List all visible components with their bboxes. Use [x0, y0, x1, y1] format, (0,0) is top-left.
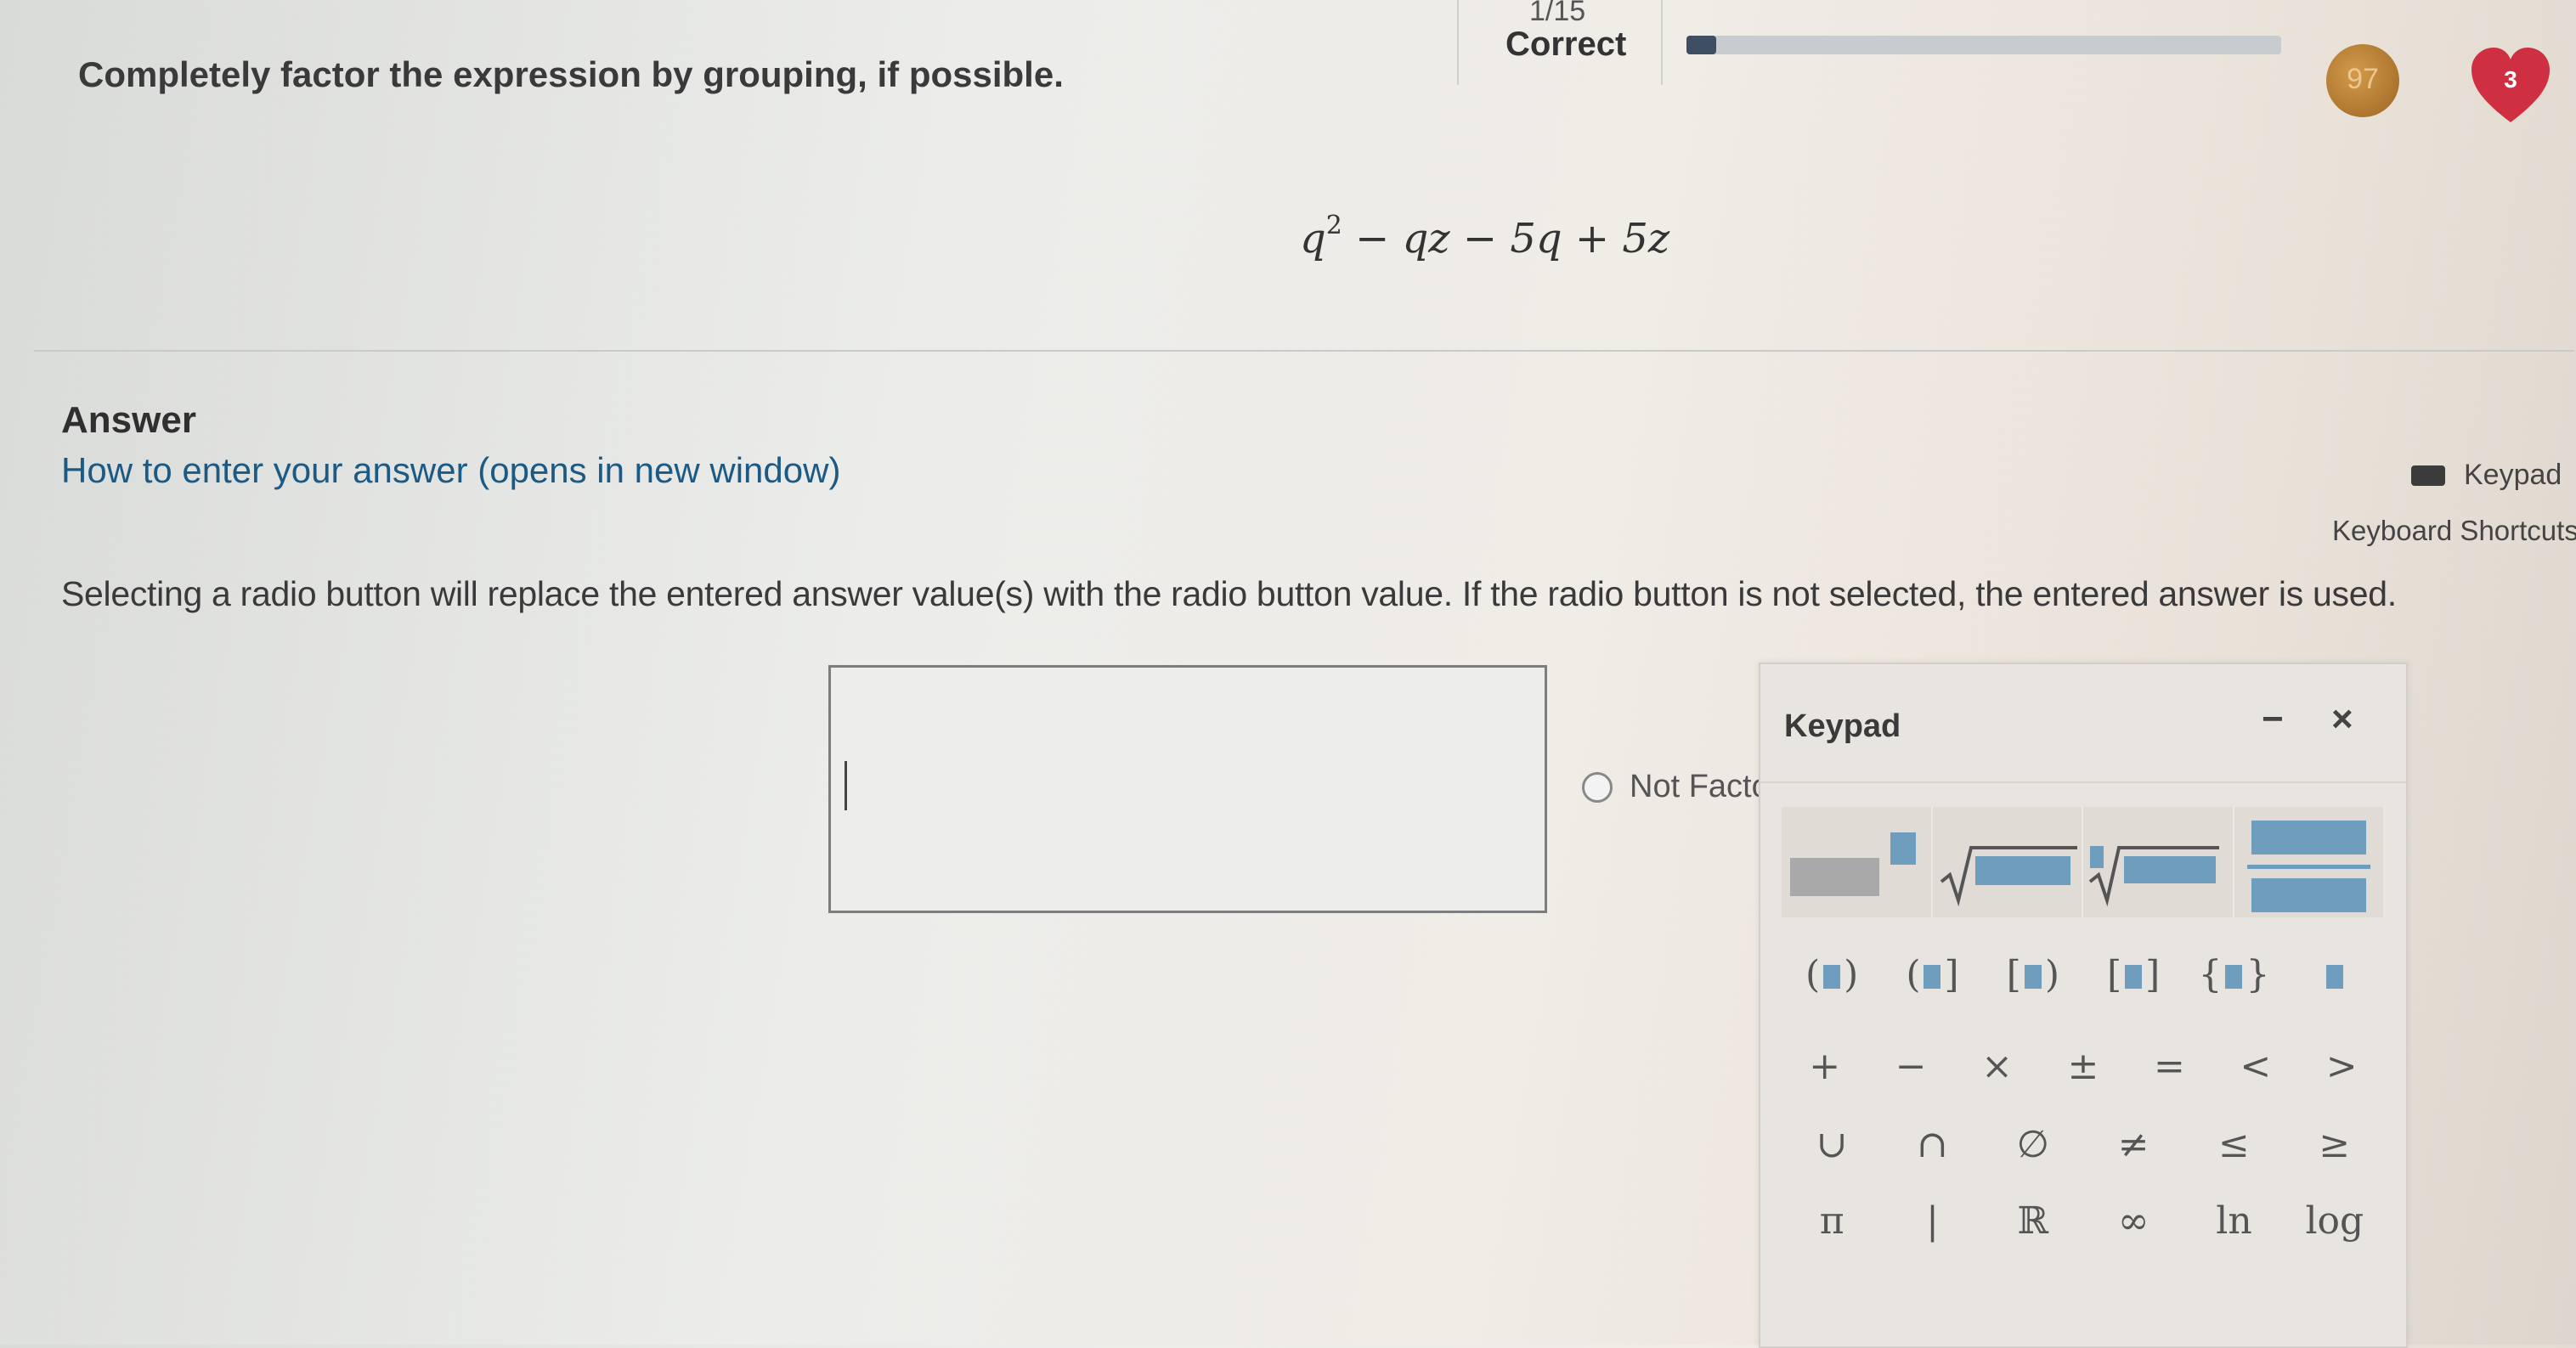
minimize-button[interactable]: − — [2262, 698, 2284, 741]
medal-label: 97 — [2347, 63, 2379, 95]
divider — [1457, 0, 1459, 85]
minus-button[interactable]: − — [1867, 1045, 1953, 1088]
not-equal-button[interactable]: ≠ — [2083, 1123, 2183, 1166]
intersection-button[interactable]: ∩ — [1882, 1123, 1982, 1166]
progress-fill — [1686, 36, 1716, 54]
math-expression: q2 − qz − 5q + 5z — [1300, 211, 1669, 262]
parentheses-button[interactable]: () — [1782, 953, 1882, 996]
pi-button[interactable]: π — [1782, 1199, 1882, 1243]
question-prompt: Completely factor the expression by grou… — [78, 54, 1064, 94]
greater-than-button[interactable]: > — [2299, 1045, 2385, 1088]
times-button[interactable]: × — [1954, 1045, 2040, 1088]
set-row: ∪ ∩ ∅ ≠ ≤ ≥ — [1782, 1123, 2385, 1166]
half-open-paren-bracket-button[interactable]: (] — [1882, 953, 1982, 996]
nth-root-icon — [2088, 846, 2219, 907]
keypad-divider — [1760, 781, 2406, 783]
constant-row: π | ℝ ∞ ln log — [1782, 1199, 2385, 1243]
placeholder-button[interactable] — [2285, 953, 2385, 996]
square-root-icon — [1940, 846, 2077, 907]
keyboard-shortcuts-link[interactable]: Keyboard Shortcuts — [2332, 515, 2576, 547]
keypad-toggle-label: Keypad — [2464, 459, 2562, 491]
radio-instruction: Selecting a radio button will replace th… — [61, 574, 2397, 613]
keypad-toggle-button[interactable]: Keypad — [2411, 459, 2562, 492]
union-button[interactable]: ∪ — [1782, 1123, 1882, 1166]
greater-equal-button[interactable]: ≥ — [2285, 1123, 2385, 1166]
not-factorable-option[interactable]: Not Facto — [1582, 769, 1770, 805]
text-cursor — [845, 761, 847, 810]
status-label: Correct — [1505, 25, 1627, 63]
fraction-template-button[interactable] — [2234, 807, 2385, 917]
help-link[interactable]: How to enter your answer (opens in new w… — [61, 450, 840, 491]
grouping-row: () (] [) [] {} — [1782, 953, 2385, 996]
progress-bar — [1686, 36, 2281, 54]
square-root-template-button[interactable] — [1932, 807, 2083, 917]
expression-base: q — [1300, 215, 1326, 262]
keyboard-icon — [2411, 465, 2445, 486]
plus-button[interactable]: + — [1782, 1045, 1867, 1088]
equals-button[interactable]: = — [2127, 1045, 2212, 1088]
answer-input[interactable] — [828, 665, 1547, 913]
empty-set-button[interactable]: ∅ — [1983, 1123, 2083, 1166]
infinity-button[interactable]: ∞ — [2083, 1199, 2183, 1243]
real-numbers-button[interactable]: ℝ — [1983, 1199, 2083, 1243]
radio-button[interactable] — [1582, 771, 1613, 803]
exponent-template-button[interactable] — [1782, 807, 1933, 917]
heart-icon[interactable]: 3 — [2468, 44, 2553, 129]
radio-label: Not Facto — [1630, 769, 1770, 804]
less-equal-button[interactable]: ≤ — [2183, 1123, 2284, 1166]
expression-exponent: 2 — [1325, 211, 1342, 240]
log-button[interactable]: log — [2285, 1199, 2385, 1243]
template-row — [1782, 807, 2385, 917]
close-button[interactable]: × — [2331, 698, 2353, 741]
medal-icon[interactable]: 97 — [2326, 44, 2399, 117]
brackets-button[interactable]: [] — [2083, 953, 2183, 996]
keypad-title: Keypad — [1784, 708, 1901, 744]
lives-count: 3 — [2504, 66, 2517, 93]
section-divider — [34, 350, 2574, 352]
absolute-value-button[interactable]: | — [1882, 1199, 1982, 1243]
divider — [1661, 0, 1663, 85]
nth-root-template-button[interactable] — [2083, 807, 2234, 917]
plus-minus-button[interactable]: ± — [2040, 1045, 2126, 1088]
half-open-bracket-paren-button[interactable]: [) — [1983, 953, 2083, 996]
less-than-button[interactable]: < — [2212, 1045, 2298, 1088]
answer-heading: Answer — [61, 399, 196, 441]
ln-button[interactable]: ln — [2183, 1199, 2284, 1243]
keypad-panel: Keypad − × () (] [) [] {} + − × ± = < … — [1759, 663, 2408, 1348]
question-counter: 1/15 — [1529, 0, 1586, 27]
expression-rest: − qz − 5q + 5z — [1342, 215, 1670, 262]
operator-row: + − × ± = < > — [1782, 1045, 2385, 1088]
braces-button[interactable]: {} — [2183, 953, 2284, 996]
